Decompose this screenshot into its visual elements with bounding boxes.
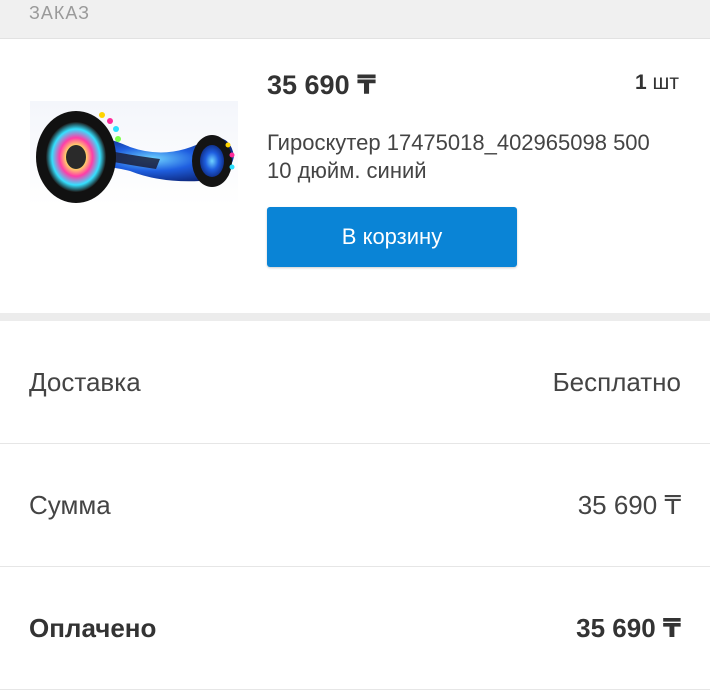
section-divider — [0, 313, 710, 321]
add-to-cart-button[interactable]: В корзину — [267, 207, 517, 267]
delivery-label: Доставка — [29, 367, 141, 397]
section-title: ЗАКАЗ — [29, 3, 91, 23]
product-price: 35 690 ₸ — [267, 70, 376, 100]
paid-label: Оплачено — [29, 613, 157, 643]
delivery-row: Доставка Бесплатно — [0, 321, 710, 444]
sum-label: Сумма — [29, 490, 111, 520]
sum-value: 35 690 ₸ — [577, 490, 681, 520]
paid-value: 35 690 ₸ — [576, 613, 681, 643]
product-image[interactable] — [30, 101, 238, 206]
paid-row: Оплачено 35 690 ₸ — [0, 567, 710, 690]
sum-row: Сумма 35 690 ₸ — [0, 444, 710, 567]
hoverboard-image-icon — [36, 111, 235, 203]
product-title[interactable]: Гироскутер 17475018_402965098 500 10 дюй… — [267, 129, 667, 185]
quantity-number: 1 — [635, 71, 647, 94]
quantity-unit: шт — [646, 71, 679, 94]
product-card: 35 690 ₸ 1 шт Гироскутер 17475018_402965… — [0, 39, 710, 313]
product-quantity: 1 шт — [635, 71, 679, 95]
section-header: ЗАКАЗ — [0, 0, 710, 39]
delivery-value: Бесплатно — [552, 367, 681, 397]
